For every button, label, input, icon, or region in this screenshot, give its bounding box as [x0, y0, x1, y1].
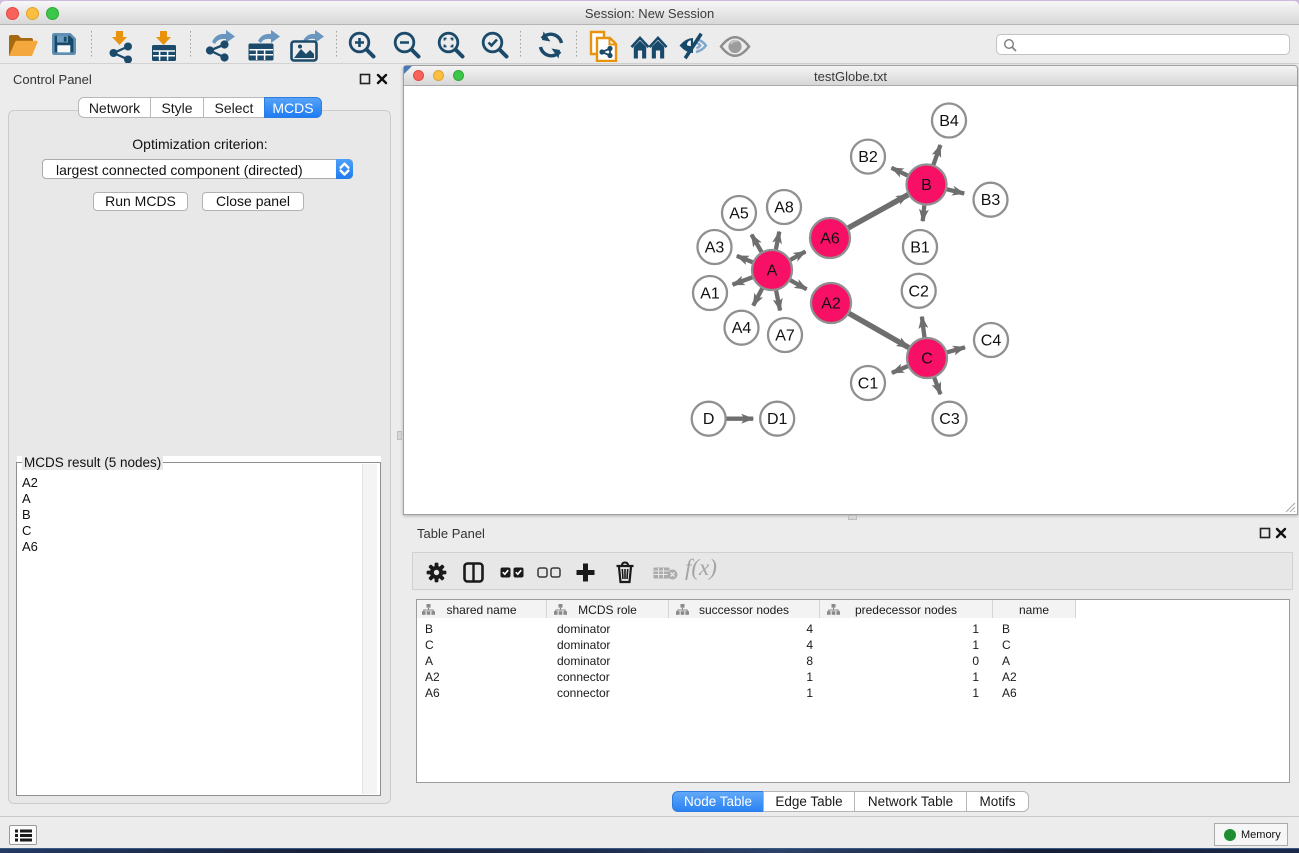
svg-text:B4: B4 [939, 113, 959, 130]
svg-text:D: D [703, 411, 715, 428]
svg-text:B2: B2 [858, 149, 878, 166]
svg-text:C: C [921, 351, 933, 368]
svg-text:C4: C4 [981, 333, 1002, 350]
svg-text:A5: A5 [729, 206, 749, 223]
svg-text:A4: A4 [732, 320, 752, 337]
svg-text:A3: A3 [705, 240, 725, 257]
svg-text:B3: B3 [981, 192, 1001, 209]
svg-text:D1: D1 [767, 411, 788, 428]
svg-text:B: B [921, 177, 932, 194]
svg-text:A7: A7 [775, 328, 795, 345]
svg-text:C1: C1 [858, 376, 879, 393]
svg-text:A2: A2 [821, 296, 841, 313]
svg-text:A6: A6 [820, 231, 840, 248]
svg-text:A: A [767, 263, 778, 280]
svg-text:A1: A1 [700, 286, 720, 303]
svg-text:A8: A8 [774, 200, 794, 217]
svg-text:C3: C3 [939, 411, 960, 428]
svg-text:B1: B1 [910, 240, 930, 257]
svg-text:C2: C2 [908, 283, 929, 300]
